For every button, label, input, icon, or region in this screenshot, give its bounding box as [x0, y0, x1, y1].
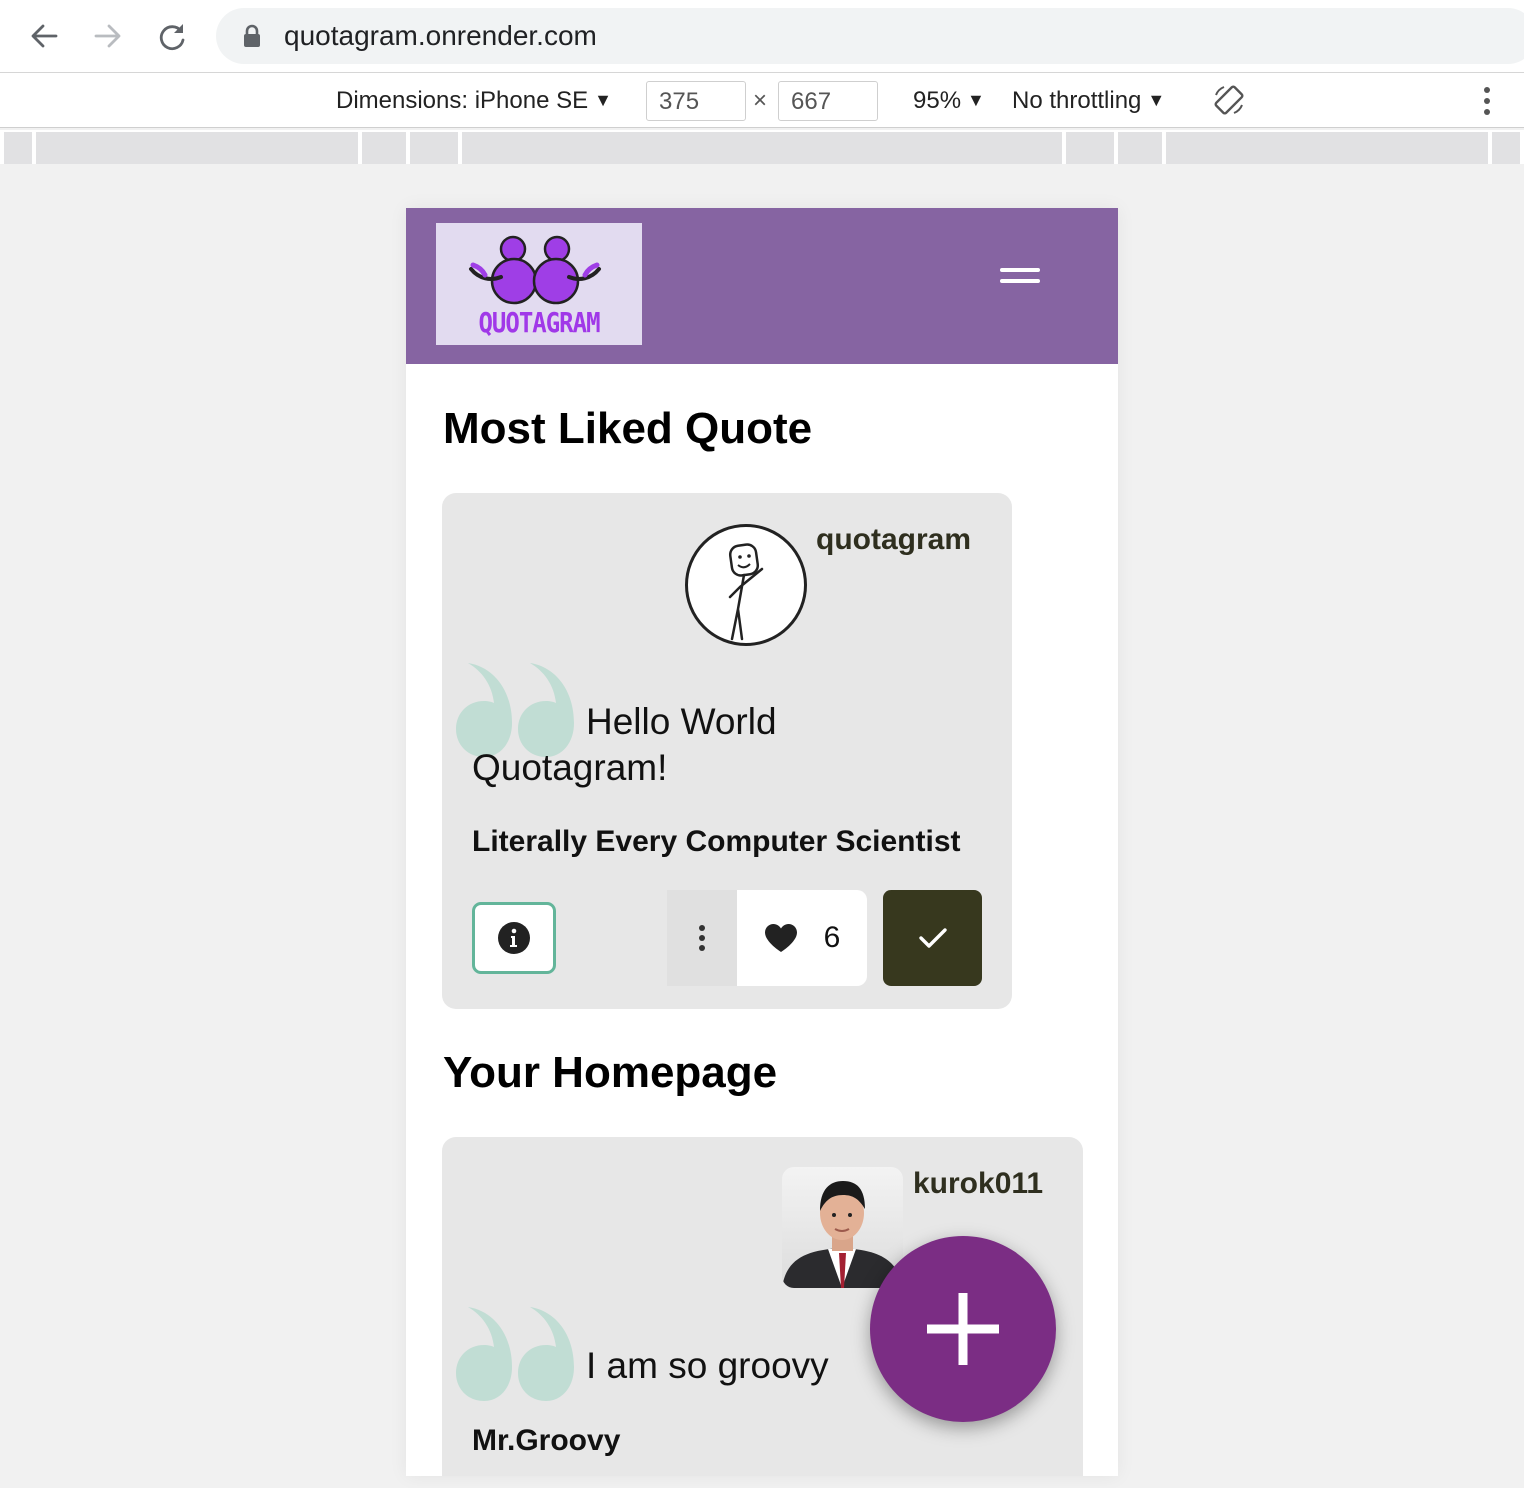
throttling-label: No throttling — [1012, 87, 1142, 114]
browser-toolbar: quotagram.onrender.com — [0, 0, 1524, 72]
ruler-segment[interactable] — [1118, 132, 1162, 164]
caret-down-icon: ▼ — [967, 90, 985, 110]
like-count: 6 — [823, 921, 841, 954]
quote-card: quotagram Hello World Quotagram! Literal… — [442, 493, 1012, 1009]
app-header: QUOTAGRAM — [406, 208, 1118, 364]
caret-down-icon: ▼ — [594, 90, 612, 110]
hamburger-menu-icon[interactable] — [1000, 268, 1044, 308]
homepage-title: Your Homepage — [443, 1048, 778, 1097]
ruler-segment[interactable] — [4, 132, 32, 164]
person-photo-icon — [782, 1181, 903, 1288]
info-icon — [498, 922, 530, 954]
quotagram-logo[interactable]: QUOTAGRAM — [436, 223, 642, 345]
plus-icon — [927, 1293, 999, 1365]
ruler-segment[interactable] — [1492, 132, 1520, 164]
dimensions-dropdown[interactable]: Dimensions: iPhone SE ▼ — [336, 87, 612, 115]
logo-text: QUOTAGRAM — [478, 306, 600, 340]
stick-figure-icon — [728, 543, 764, 641]
device-viewport: QUOTAGRAM Most Liked Quote quotagram Hel… — [406, 208, 1118, 1476]
heart-icon — [764, 924, 797, 952]
logo-people-icon — [469, 235, 601, 305]
info-button[interactable] — [472, 902, 556, 974]
width-input[interactable]: 375 — [646, 81, 746, 121]
like-button[interactable]: 6 — [737, 890, 867, 986]
more-vertical-button[interactable] — [667, 890, 737, 986]
ruler-segment[interactable] — [1166, 132, 1488, 164]
user-photo[interactable] — [782, 1167, 903, 1288]
add-quote-button[interactable] — [870, 1236, 1056, 1422]
most-liked-title: Most Liked Quote — [443, 404, 813, 453]
quote-text: Hello World Quotagram! — [472, 701, 777, 788]
zoom-label: 95% — [913, 87, 962, 114]
lock-icon — [242, 24, 262, 53]
quote-author: Mr.Groovy — [472, 1424, 621, 1457]
quote-mark-icon — [456, 1307, 574, 1401]
username[interactable]: kurok011 — [913, 1167, 1043, 1201]
address-bar[interactable]: quotagram.onrender.com — [216, 8, 1524, 64]
check-icon — [918, 928, 947, 948]
ruler-segment[interactable] — [362, 132, 406, 164]
dimensions-label: Dimensions: iPhone SE — [336, 87, 589, 114]
ruler-segment[interactable] — [1066, 132, 1114, 164]
caret-down-icon: ▼ — [1147, 90, 1166, 110]
back-arrow-icon[interactable] — [22, 14, 66, 58]
zoom-dropdown[interactable]: 95% ▼ — [913, 87, 985, 115]
ruler-segment[interactable] — [410, 132, 458, 164]
username[interactable]: quotagram — [816, 523, 971, 557]
rotate-icon[interactable] — [1212, 83, 1246, 124]
quote-text: I am so groovy — [586, 1345, 829, 1386]
forward-arrow-icon[interactable] — [86, 14, 130, 58]
ruler-segment[interactable] — [462, 132, 1062, 164]
quote-author: Literally Every Computer Scientist — [472, 825, 961, 858]
device-toolbar: Dimensions: iPhone SE ▼ 375 × 667 95% ▼ No… — [0, 72, 1524, 128]
more-options-icon[interactable] — [1480, 85, 1494, 124]
check-button[interactable] — [883, 890, 982, 986]
throttling-dropdown[interactable]: No throttling ▼ — [1012, 87, 1165, 115]
times-sign: × — [753, 87, 768, 114]
media-query-ruler — [0, 130, 1524, 164]
user-avatar[interactable] — [685, 524, 807, 646]
ruler-segment[interactable] — [36, 132, 358, 164]
reload-icon[interactable] — [150, 14, 194, 58]
url-text: quotagram.onrender.com — [284, 20, 597, 51]
height-input[interactable]: 667 — [778, 81, 878, 121]
